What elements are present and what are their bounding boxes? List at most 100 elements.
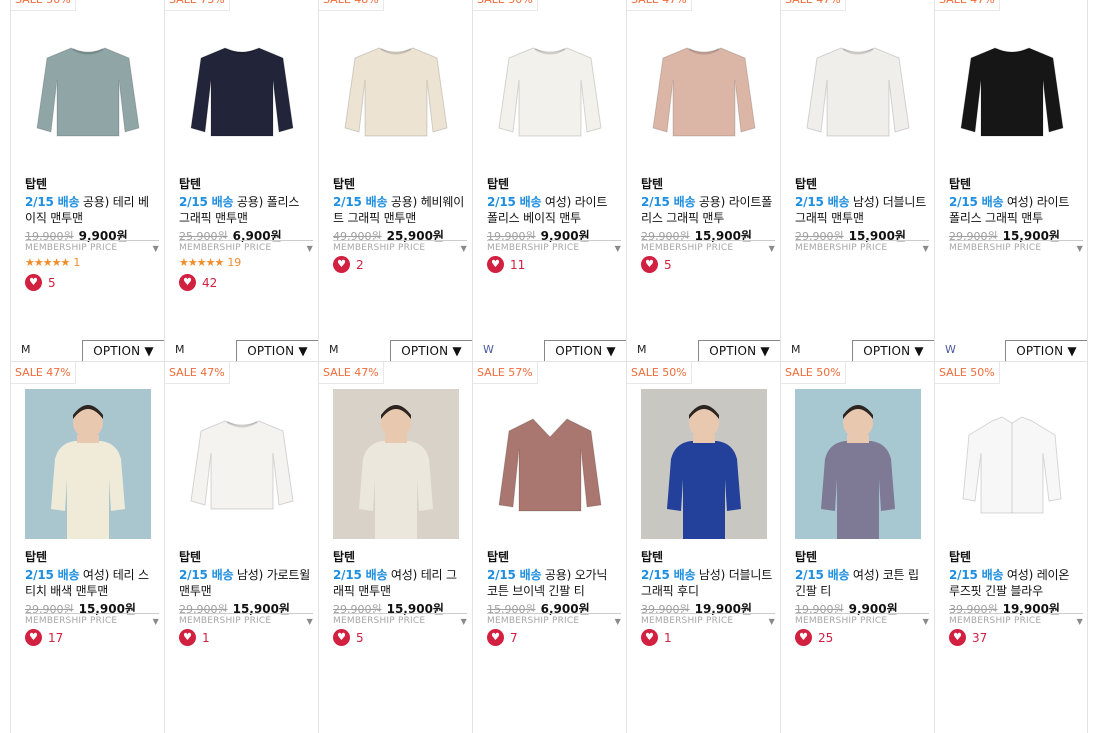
membership-price-toggle[interactable]: MEMBERSHIP PRICE ▼: [25, 613, 159, 626]
like-button[interactable]: ♥ 42: [179, 274, 217, 291]
brand-name[interactable]: 탑텐: [333, 175, 355, 192]
membership-price-toggle[interactable]: MEMBERSHIP PRICE ▼: [179, 240, 313, 253]
product-image[interactable]: [487, 389, 613, 539]
product-title[interactable]: 2/15 배송 공용) 오가닉 코튼 브이넥 긴팔 티: [487, 567, 619, 599]
brand-name[interactable]: 탑텐: [25, 175, 47, 192]
option-dropdown[interactable]: OPTION ▼: [544, 340, 626, 362]
product-card[interactable]: SALE 47% 탑텐 2/15 배송 여성) 테리 그래픽 맨투맨 29,900원…: [318, 361, 472, 733]
brand-name[interactable]: 탑텐: [949, 548, 971, 565]
heart-icon: ♥: [25, 274, 42, 291]
sale-badge: SALE 50%: [781, 362, 846, 384]
option-dropdown[interactable]: OPTION ▼: [82, 340, 164, 362]
shipping-date: 2/15 배송: [487, 568, 542, 582]
product-card[interactable]: SALE 47% 탑텐2/15 배송 공용) 라이트폴리스 그래픽 맨투29,9…: [626, 0, 780, 362]
product-title[interactable]: 2/15 배송 여성) 레이온 루즈핏 긴팔 블라우: [949, 567, 1081, 599]
like-button[interactable]: ♥ 25: [795, 629, 833, 646]
product-card[interactable]: SALE 47% 탑텐2/15 배송 남성) 더블니트 그래픽 맨투맨29,90…: [780, 0, 934, 362]
membership-price-toggle[interactable]: MEMBERSHIP PRICE ▼: [795, 613, 929, 626]
brand-name[interactable]: 탑텐: [25, 548, 47, 565]
product-title[interactable]: 2/15 배송 남성) 더블니트 그래픽 후디: [641, 567, 773, 599]
review-count: 19: [227, 256, 242, 269]
sweatshirt-icon: [341, 36, 451, 146]
brand-name[interactable]: 탑텐: [641, 175, 663, 192]
like-button[interactable]: ♥ 1: [179, 629, 210, 646]
product-image[interactable]: [641, 389, 767, 539]
product-title[interactable]: 2/15 배송 공용) 헤비웨이트 그래픽 맨투맨: [333, 194, 465, 226]
like-button[interactable]: ♥ 7: [487, 629, 518, 646]
membership-price-toggle[interactable]: MEMBERSHIP PRICE ▼: [179, 613, 313, 626]
product-card[interactable]: SALE 47% 탑텐 2/15 배송 남성) 가로트윌 맨투맨 29,900원 15…: [164, 361, 318, 733]
brand-name[interactable]: 탑텐: [487, 548, 509, 565]
brand-name[interactable]: 탑텐: [795, 175, 817, 192]
membership-price-toggle[interactable]: MEMBERSHIP PRICE ▼: [487, 240, 621, 253]
product-card[interactable]: SALE 47% 탑텐 2/15 배송 여성) 테리 스티치 배색 맨투맨 29,9…: [10, 361, 164, 733]
product-image[interactable]: [795, 389, 921, 539]
product-card[interactable]: SALE 50% 탑텐 2/15 배송 여성) 코튼 립 긴팔 티 19,900원 9…: [780, 361, 934, 733]
brand-name[interactable]: 탑텐: [179, 548, 201, 565]
product-image[interactable]: [641, 16, 767, 166]
option-dropdown[interactable]: OPTION ▼: [698, 340, 780, 362]
shipping-date: 2/15 배송: [487, 195, 542, 209]
option-dropdown[interactable]: OPTION ▼: [236, 340, 318, 362]
product-title[interactable]: 2/15 배송 여성) 코튼 립 긴팔 티: [795, 567, 927, 599]
product-card[interactable]: SALE 50% 탑텐 2/15 배송 여성) 레이온 루즈핏 긴팔 블라우 39,…: [934, 361, 1088, 733]
brand-name[interactable]: 탑텐: [795, 548, 817, 565]
product-title[interactable]: 2/15 배송 남성) 더블니트 그래픽 맨투맨: [795, 194, 927, 226]
product-card[interactable]: SALE 50% 탑텐 2/15 배송 남성) 더블니트 그래픽 후디 39,900…: [626, 361, 780, 733]
product-title[interactable]: 2/15 배송 공용) 테리 베이직 맨투맨: [25, 194, 157, 226]
product-title[interactable]: 2/15 배송 공용) 라이트폴리스 그래픽 맨투: [641, 194, 773, 226]
brand-name[interactable]: 탑텐: [179, 175, 201, 192]
sale-badge: SALE 50%: [473, 0, 538, 11]
option-dropdown[interactable]: OPTION ▼: [852, 340, 934, 362]
brand-name[interactable]: 탑텐: [487, 175, 509, 192]
brand-name[interactable]: 탑텐: [949, 175, 971, 192]
option-dropdown[interactable]: OPTION ▼: [1005, 340, 1087, 362]
membership-price-toggle[interactable]: MEMBERSHIP PRICE ▼: [641, 613, 775, 626]
product-card[interactable]: SALE 73% 탑텐2/15 배송 공용) 폴리스 그래픽 맨투맨25,900…: [164, 0, 318, 362]
product-card[interactable]: SALE 50% 탑텐2/15 배송 공용) 테리 베이직 맨투맨19,900원…: [10, 0, 164, 362]
product-image[interactable]: [949, 16, 1075, 166]
membership-price-toggle[interactable]: MEMBERSHIP PRICE ▼: [795, 240, 929, 253]
caret-down-icon: ▼: [922, 617, 929, 626]
brand-name[interactable]: 탑텐: [641, 548, 663, 565]
brand-name[interactable]: 탑텐: [333, 548, 355, 565]
membership-price-toggle[interactable]: MEMBERSHIP PRICE ▼: [333, 240, 467, 253]
membership-price-toggle[interactable]: MEMBERSHIP PRICE ▼: [333, 613, 467, 626]
like-button[interactable]: ♥ 5: [25, 274, 56, 291]
product-card[interactable]: SALE 47% 탑텐2/15 배송 여성) 라이트 폴리스 그래픽 맨투29,…: [934, 0, 1088, 362]
gender-label: M: [175, 343, 185, 356]
product-card[interactable]: SALE 50% 탑텐2/15 배송 여성) 라이트 폴리스 베이직 맨투19,…: [472, 0, 626, 362]
like-button[interactable]: ♥ 2: [333, 256, 364, 273]
like-button[interactable]: ♥ 5: [641, 256, 672, 273]
like-button[interactable]: ♥ 17: [25, 629, 63, 646]
product-card[interactable]: SALE 48% 탑텐2/15 배송 공용) 헤비웨이트 그래픽 맨투맨49,9…: [318, 0, 472, 362]
product-image[interactable]: [179, 16, 305, 166]
like-button[interactable]: ♥ 5: [333, 629, 364, 646]
product-title[interactable]: 2/15 배송 여성) 테리 스티치 배색 맨투맨: [25, 567, 157, 599]
membership-price-toggle[interactable]: MEMBERSHIP PRICE ▼: [641, 240, 775, 253]
product-image[interactable]: [487, 16, 613, 166]
product-image[interactable]: [795, 16, 921, 166]
product-card[interactable]: SALE 57% 탑텐 2/15 배송 공용) 오가닉 코튼 브이넥 긴팔 티 15…: [472, 361, 626, 733]
like-button[interactable]: ♥ 37: [949, 629, 987, 646]
sale-badge: SALE 47%: [319, 362, 384, 384]
product-title[interactable]: 2/15 배송 여성) 라이트 폴리스 베이직 맨투: [487, 194, 619, 226]
product-title[interactable]: 2/15 배송 공용) 폴리스 그래픽 맨투맨: [179, 194, 311, 226]
product-title[interactable]: 2/15 배송 여성) 테리 그래픽 맨투맨: [333, 567, 465, 599]
product-image[interactable]: [25, 389, 151, 539]
membership-price-toggle[interactable]: MEMBERSHIP PRICE ▼: [487, 613, 621, 626]
product-image[interactable]: [25, 16, 151, 166]
like-button[interactable]: ♥ 11: [487, 256, 525, 273]
membership-price-toggle[interactable]: MEMBERSHIP PRICE ▼: [949, 240, 1083, 253]
product-image[interactable]: [179, 389, 305, 539]
option-dropdown[interactable]: OPTION ▼: [390, 340, 472, 362]
product-title[interactable]: 2/15 배송 여성) 라이트 폴리스 그래픽 맨투: [949, 194, 1081, 226]
like-button[interactable]: ♥ 1: [641, 629, 672, 646]
membership-price-toggle[interactable]: MEMBERSHIP PRICE ▼: [949, 613, 1083, 626]
product-title[interactable]: 2/15 배송 남성) 가로트윌 맨투맨: [179, 567, 311, 599]
product-image[interactable]: [333, 389, 459, 539]
gender-label: W: [483, 343, 494, 356]
product-image[interactable]: [333, 16, 459, 166]
membership-price-toggle[interactable]: MEMBERSHIP PRICE ▼: [25, 240, 159, 253]
product-image[interactable]: [949, 389, 1075, 539]
